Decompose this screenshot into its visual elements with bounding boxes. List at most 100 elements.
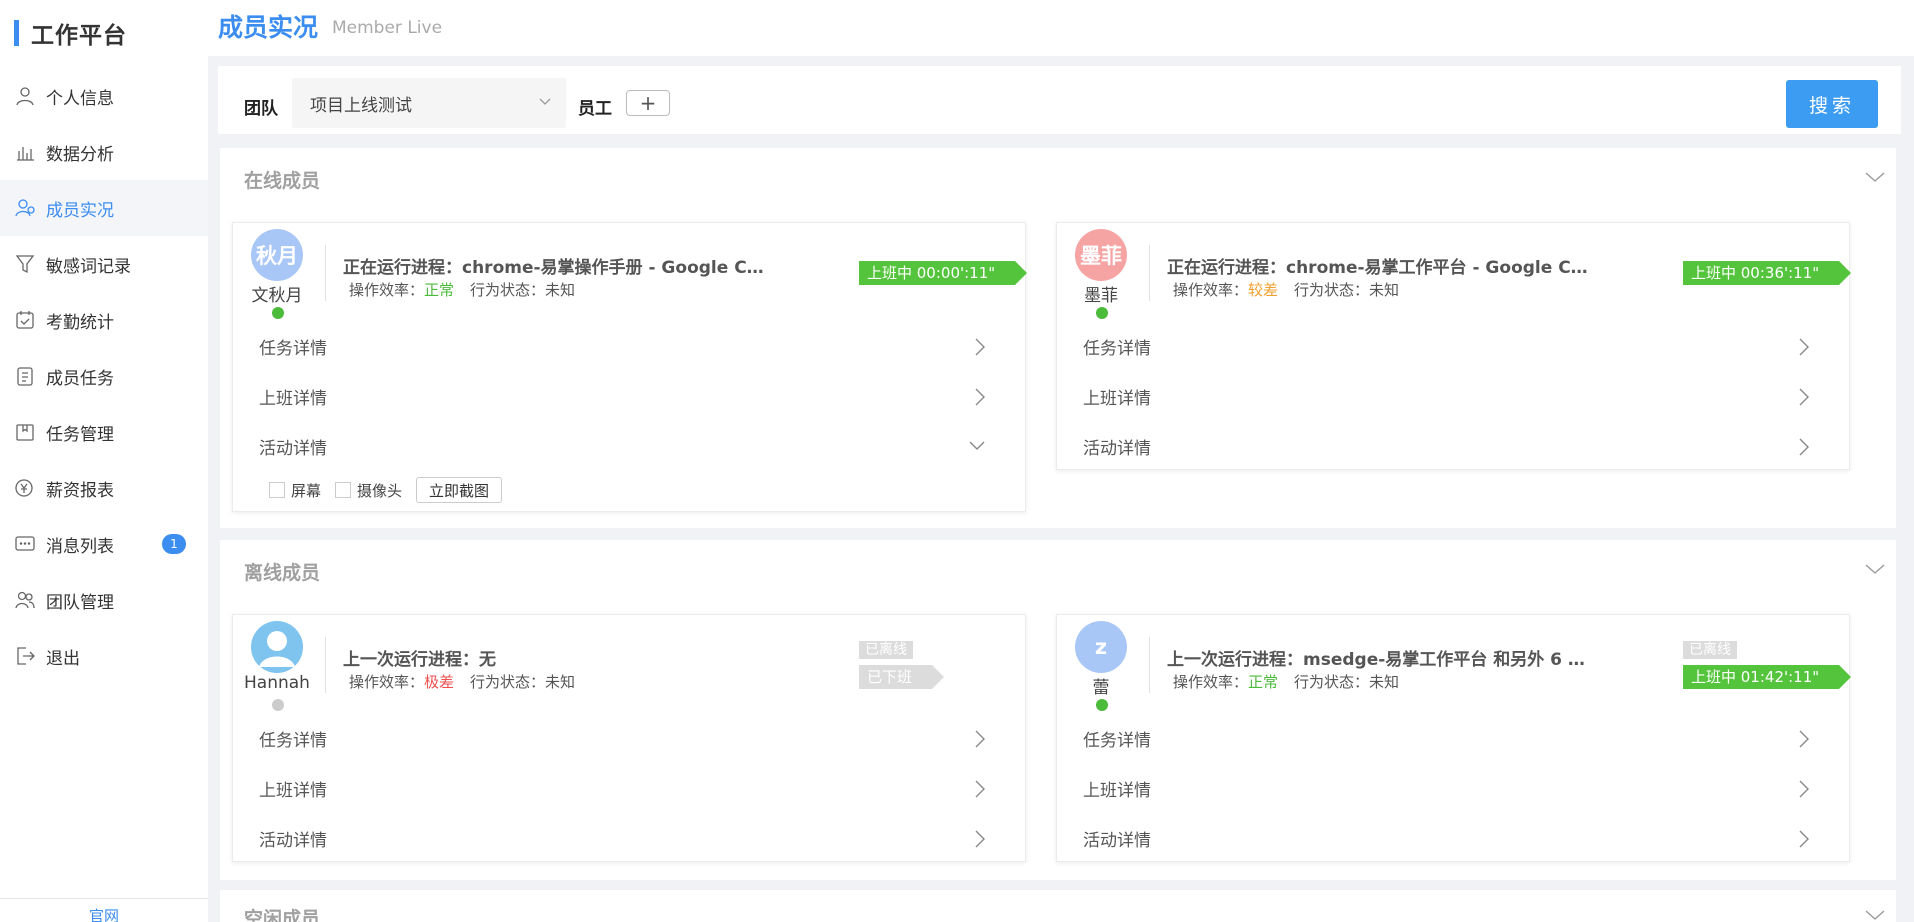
sidebar-item-0[interactable]: 个人信息 (0, 68, 208, 124)
sidebar-item-6[interactable]: 任务管理 (0, 404, 208, 460)
camera-checkbox[interactable] (335, 482, 352, 498)
chevron-right-icon (975, 730, 985, 748)
status-dot (1096, 699, 1108, 711)
behavior-status: 行为状态：未知 (470, 281, 576, 299)
member-name: 墨菲 (1084, 286, 1118, 306)
team-icon (14, 589, 36, 611)
sidebar-item-7[interactable]: 薪资报表 (0, 460, 208, 516)
chevron-right-icon (975, 780, 985, 798)
chevron-down-icon (969, 441, 985, 450)
capture-options: 屏幕 摄像头 立即截图 (269, 477, 503, 503)
sidebar-item-label: 个人信息 (46, 88, 114, 109)
detail-row[interactable]: 任务详情 (1057, 713, 1851, 763)
work-status-text: 上班中 00:36':11" (1683, 261, 1852, 285)
detail-row[interactable]: 活动详情 (233, 421, 1027, 471)
status-dot (272, 307, 284, 319)
chevron-right-icon (1799, 438, 1809, 456)
detail-row[interactable]: 活动详情 (1057, 813, 1851, 863)
section-title-idle[interactable]: 空闲成员 (244, 904, 320, 922)
status-dot (272, 699, 284, 711)
work-status-tag: 上班中 00:36':11" (1683, 261, 1852, 285)
add-staff-button[interactable]: + (626, 90, 670, 116)
behavior-status: 行为状态：未知 (1294, 281, 1400, 299)
sidebar-item-label: 考勤统计 (46, 312, 114, 333)
detail-row[interactable]: 任务详情 (233, 713, 1027, 763)
detail-row[interactable]: 上班详情 (233, 371, 1027, 421)
member-card: z 蕾上一次运行进程：msedge-易掌工作平台 和另外 6 个... 操作效率：正… (1056, 614, 1852, 863)
section-title-online[interactable]: 在线成员 (244, 166, 320, 193)
sidebar-item-label: 消息列表 (46, 536, 114, 557)
message-icon (14, 533, 36, 555)
salary-icon (14, 477, 36, 499)
capture-now-button[interactable]: 立即截图 (416, 477, 503, 503)
detail-row[interactable]: 上班详情 (1057, 371, 1851, 421)
efficiency-label: 操作效率： (349, 673, 425, 691)
detail-row-label: 活动详情 (1083, 438, 1151, 459)
camera-checkbox-label: 摄像头 (357, 481, 403, 500)
filter-icon (14, 253, 36, 275)
sidebar-item-5[interactable]: 成员任务 (0, 348, 208, 404)
chevron-right-icon (1799, 780, 1809, 798)
sidebar-item-3[interactable]: 敏感词记录 (0, 236, 208, 292)
sidebar-item-label: 敏感词记录 (46, 256, 131, 277)
detail-row-label: 上班详情 (259, 388, 327, 409)
chevron-right-icon (1799, 388, 1809, 406)
brand-accent-bar (14, 20, 19, 46)
sidebar-item-10[interactable]: 退出 (0, 628, 208, 684)
offline-section: 离线成员 Hannah 上一次运行进程：无 操作效率：极差 行为状态：未知 已离线 已下班… (220, 540, 1896, 880)
chevron-down-icon (539, 98, 551, 105)
detail-row[interactable]: 任务详情 (1057, 321, 1851, 371)
sidebar-item-1[interactable]: 数据分析 (0, 124, 208, 180)
collapse-chevron-icon[interactable] (1864, 562, 1886, 576)
chevron-right-icon (1799, 338, 1809, 356)
sidebar-item-9[interactable]: 团队管理 (0, 572, 208, 628)
sidebar-item-2[interactable]: 成员实况 (0, 180, 208, 236)
divider (1149, 637, 1150, 693)
process-text: 正在运行进程：chrome-易掌工作平台 - Google Chro... (1167, 258, 1597, 278)
collapse-chevron-icon[interactable] (1864, 908, 1886, 922)
detail-row[interactable]: 活动详情 (233, 813, 1027, 863)
page-subtitle: Member Live (332, 18, 443, 38)
screen-checkbox-label: 屏幕 (291, 481, 322, 500)
website-link[interactable]: 官网 (0, 898, 208, 922)
avatar[interactable]: z (1075, 621, 1127, 673)
avatar[interactable]: 秋月 (251, 229, 303, 281)
team-label: 团队 (244, 99, 278, 119)
efficiency-label: 操作效率： (1173, 673, 1249, 691)
member-stats: 操作效率：较差 行为状态：未知 (1173, 279, 1399, 300)
sidebar-item-label: 成员实况 (46, 200, 114, 221)
member-card: 墨菲 墨菲 正在运行进程：chrome-易掌工作平台 - Google Chro..… (1056, 222, 1852, 471)
chevron-right-icon (975, 388, 985, 406)
detail-row[interactable]: 活动详情 (1057, 421, 1851, 471)
team-select[interactable]: 项目上线测试 (292, 78, 566, 128)
screen-checkbox[interactable] (269, 482, 285, 498)
detail-row[interactable]: 任务详情 (233, 321, 1027, 371)
detail-row[interactable]: 上班详情 (233, 763, 1027, 813)
process-text: 正在运行进程：chrome-易掌操作手册 - Google Chro... (343, 258, 773, 278)
sidebar-item-4[interactable]: 考勤统计 (0, 292, 208, 348)
collapse-chevron-icon[interactable] (1864, 170, 1886, 184)
section-title-offline[interactable]: 离线成员 (244, 558, 320, 585)
brand: 工作平台 (14, 16, 127, 50)
chevron-right-icon (1799, 730, 1809, 748)
efficiency-value: 正常 (1248, 673, 1279, 691)
detail-row-label: 活动详情 (259, 438, 327, 459)
work-status-text: 上班中 00:00':11" (859, 261, 1028, 285)
work-status-text: 上班中 01:42':11" (1683, 665, 1852, 689)
divider (1149, 245, 1150, 301)
app-root: 工作平台 个人信息 数据分析 成员实况 敏感词记录 考勤统计 成员任务 任务管理 薪资报表 消息… (0, 0, 1914, 922)
calendar-check-icon (14, 309, 36, 331)
avatar[interactable]: 墨菲 (1075, 229, 1127, 281)
behavior-status: 行为状态：未知 (1294, 673, 1400, 691)
work-status-tag: 已下班 (859, 665, 945, 689)
default-user-icon (259, 631, 295, 667)
detail-row[interactable]: 上班详情 (1057, 763, 1851, 813)
work-status-text: 已下班 (859, 665, 945, 689)
online-section: 在线成员 秋月 文秋月 正在运行进程：chrome-易掌操作手册 - Google … (220, 148, 1896, 528)
search-button[interactable]: 搜索 (1786, 80, 1878, 128)
member-stats: 操作效率：正常 行为状态：未知 (1173, 671, 1399, 692)
detail-row-label: 任务详情 (259, 730, 327, 751)
avatar[interactable] (251, 621, 303, 673)
detail-row-label: 上班详情 (1083, 388, 1151, 409)
sidebar-item-8[interactable]: 消息列表 1 (0, 516, 208, 572)
